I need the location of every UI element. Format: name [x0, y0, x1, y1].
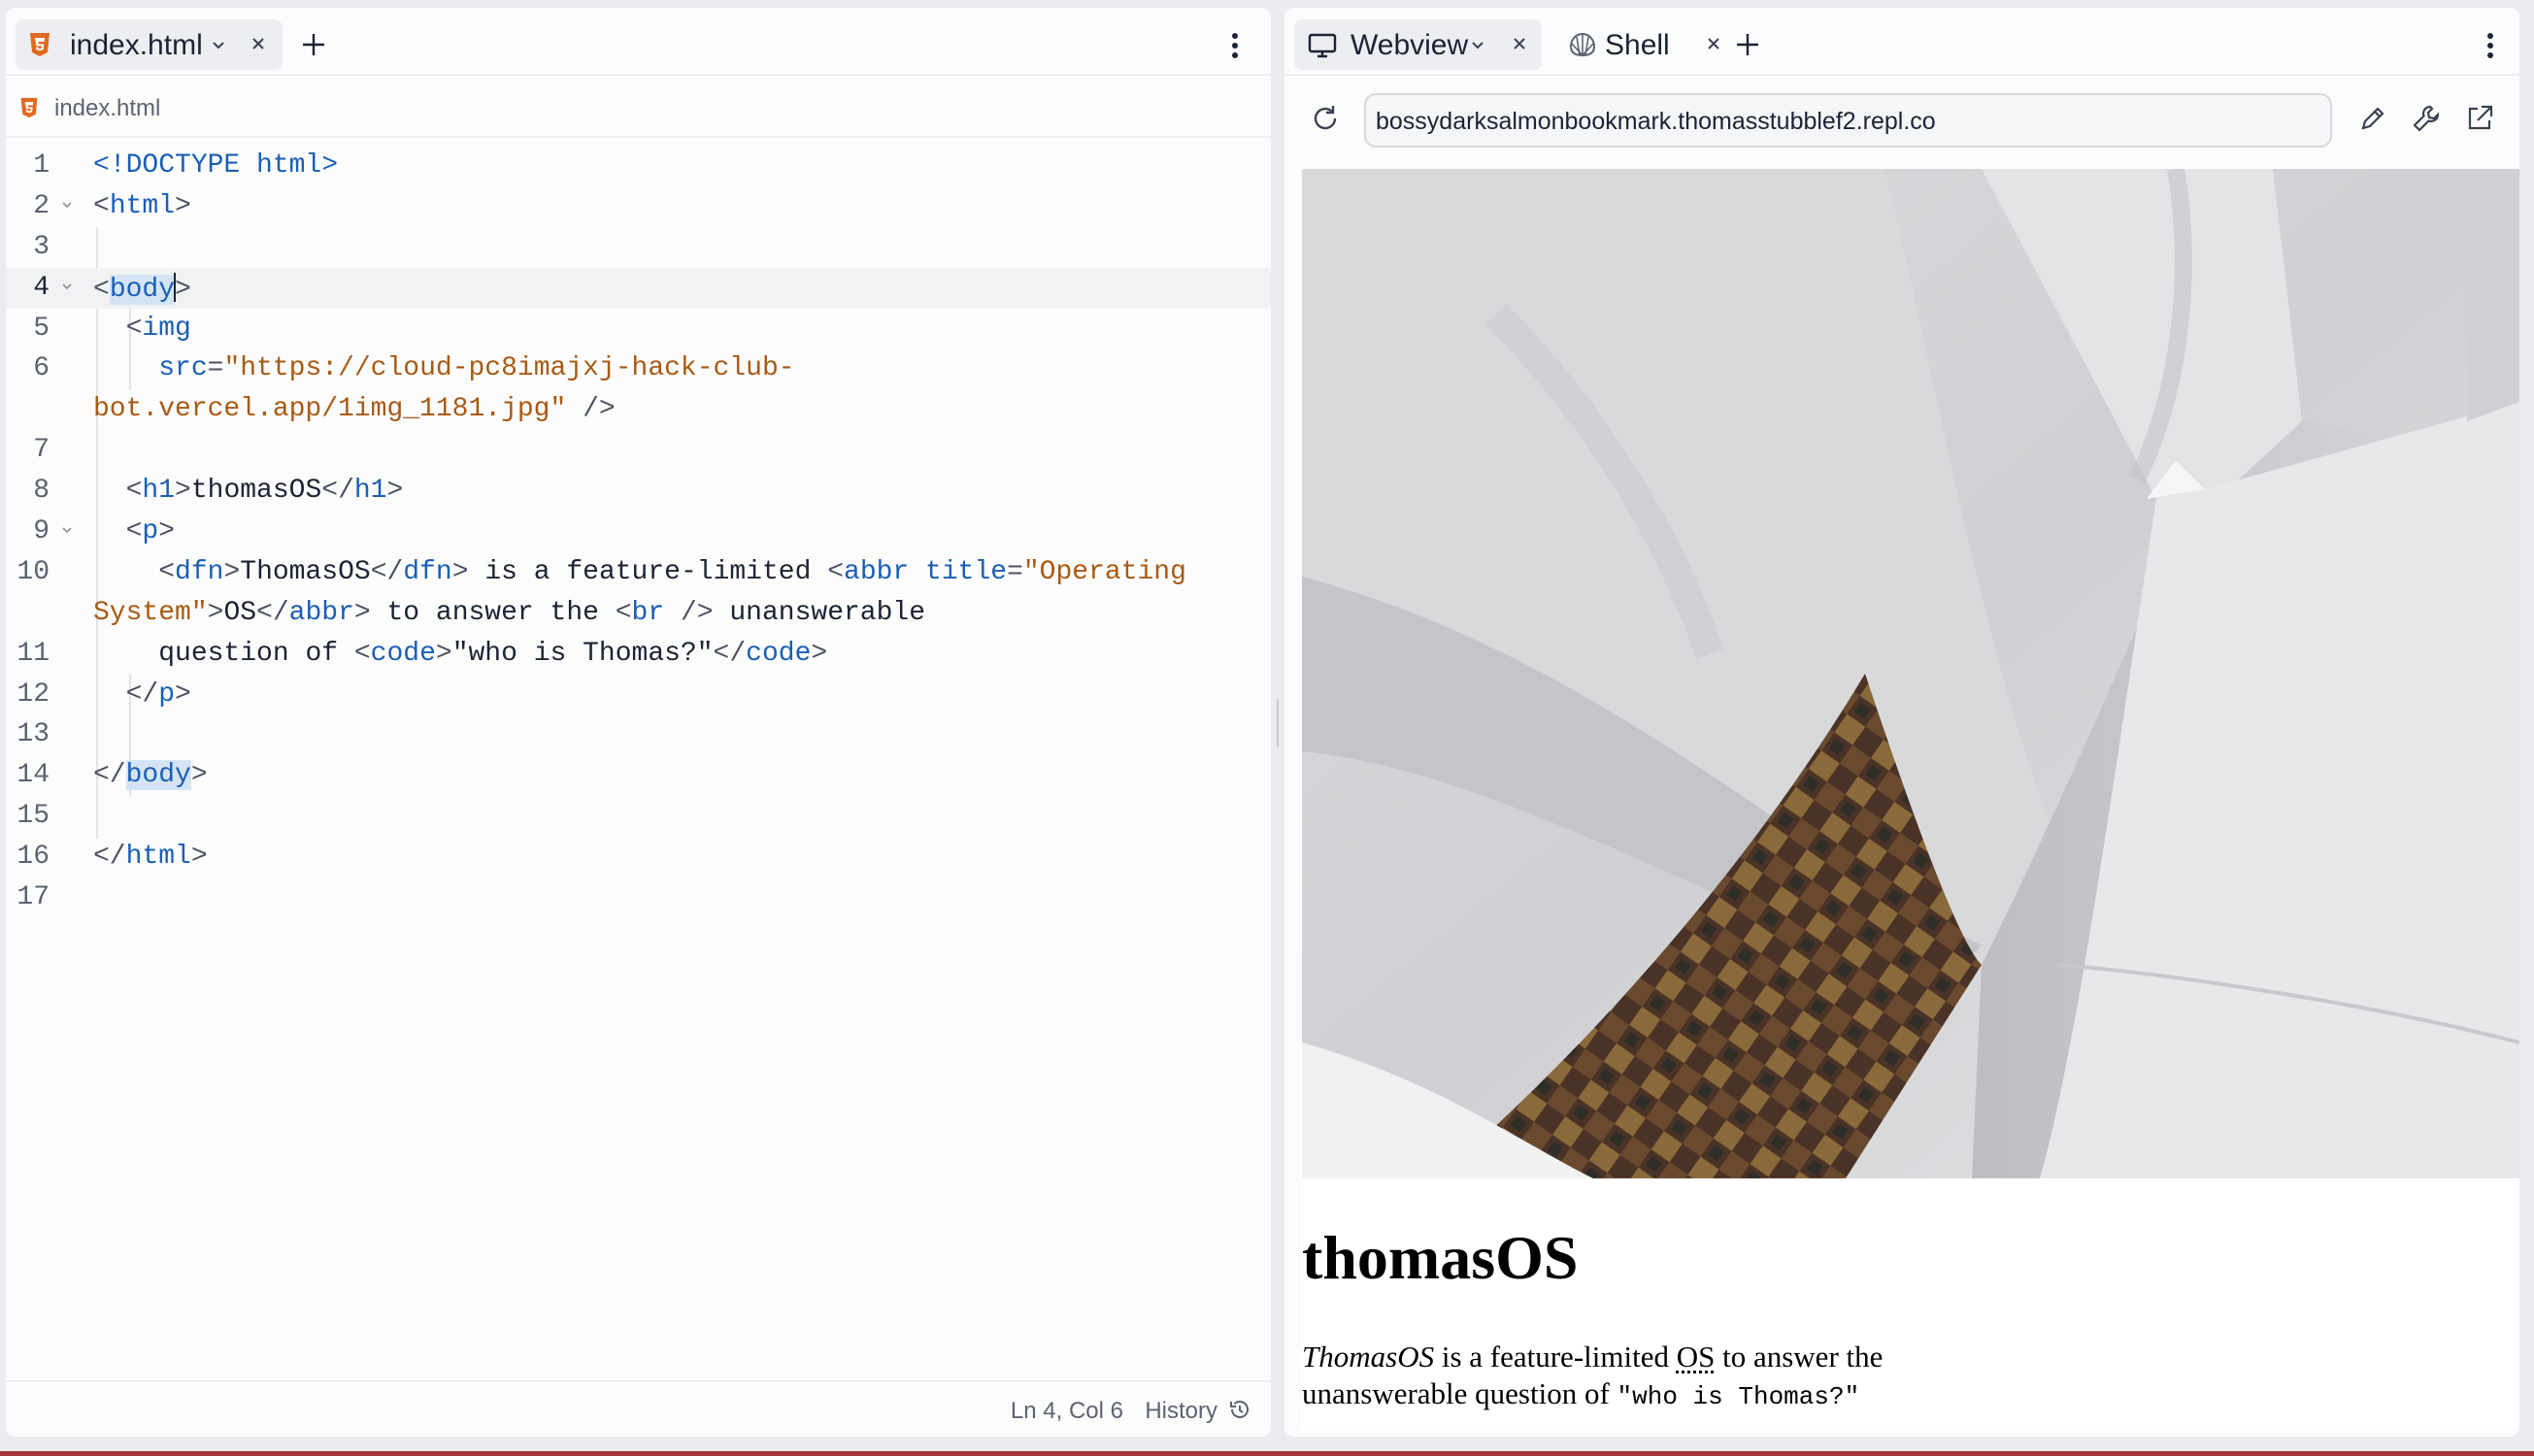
paragraph-text: to answer the: [1715, 1340, 1884, 1373]
url-text: bossydarksalmonbookmark.thomasstubblef2.…: [1376, 108, 1936, 135]
code-line: 13: [17, 719, 50, 750]
preview-tabbar: Webview Shell: [1284, 8, 2519, 76]
tab-label: index.html: [70, 29, 203, 61]
add-tab-icon[interactable]: [301, 32, 326, 57]
open-external-icon[interactable]: [2464, 103, 2495, 134]
cursor-position[interactable]: Ln 4, Col 6: [1011, 1398, 1123, 1425]
chevron-down-icon[interactable]: [210, 36, 227, 53]
paragraph-text: is a feature-limited: [1434, 1340, 1677, 1373]
fold-chevron-icon[interactable]: [60, 523, 74, 537]
code-line-current: 4 <body>: [6, 267, 1271, 309]
history-button[interactable]: History: [1145, 1398, 1217, 1425]
reload-icon[interactable]: [1310, 103, 1341, 134]
monitor-icon: [1308, 33, 1337, 58]
tab-shell[interactable]: Shell: [1556, 19, 1741, 70]
tab-webview[interactable]: Webview: [1294, 19, 1542, 70]
code-line: 17: [17, 882, 50, 913]
tab-label: Webview: [1350, 29, 1469, 61]
code-line: 6 src="https://cloud-pc8imajxj-hack-club…: [33, 353, 795, 384]
shell-icon: [1568, 31, 1597, 58]
wrench-icon[interactable]: [2411, 103, 2442, 134]
page-heading: thomasOS: [1302, 1223, 1579, 1292]
code-line: 5 <img: [33, 313, 191, 344]
fold-chevron-icon[interactable]: [60, 198, 74, 212]
edit-icon[interactable]: [2357, 103, 2388, 134]
editor-statusbar: Ln 4, Col 6 History: [6, 1380, 1271, 1437]
breadcrumb-file[interactable]: index.html: [54, 95, 160, 122]
code-line: 8 <h1>thomasOS</h1>: [33, 476, 404, 507]
code-line-wrapped: bot.vercel.app/1img_1181.jpg" />: [93, 394, 616, 425]
close-icon[interactable]: [249, 34, 268, 53]
code-line: 14 </body>: [17, 760, 208, 791]
code-line: 11 question of <code>"who is Thomas?"</c…: [17, 638, 828, 669]
inline-code: "who is Thomas?": [1617, 1382, 1860, 1411]
code-line: 16 </html>: [17, 842, 208, 873]
breadcrumb: index.html: [6, 78, 1271, 138]
preview-pane: Webview Shell bossydarksalmonbookmark.th…: [1284, 8, 2519, 1437]
definition-term: ThomasOS: [1302, 1340, 1435, 1373]
editor-pane: index.html index.html 1 <!DOCTYPE html>: [6, 8, 1271, 1437]
chevron-down-icon[interactable]: [1469, 36, 1486, 53]
code-line: 3: [33, 231, 50, 262]
bottom-border: [0, 1451, 2534, 1456]
tab-label: Shell: [1605, 29, 1670, 61]
code-line: 9 <p>: [33, 516, 176, 547]
code-line: 7: [33, 435, 50, 466]
html5-icon: [29, 32, 50, 57]
url-input[interactable]: bossydarksalmonbookmark.thomasstubblef2.…: [1364, 93, 2332, 148]
paragraph-text: unanswerable question of: [1302, 1376, 1617, 1410]
code-line: 1 <!DOCTYPE html>: [33, 150, 339, 181]
webview-page[interactable]: thomasOS ThomasOS is a feature-limited O…: [1302, 169, 2519, 1431]
fold-chevron-icon[interactable]: [60, 280, 74, 293]
more-vertical-icon[interactable]: [2486, 33, 2494, 58]
close-icon[interactable]: [1510, 34, 1529, 53]
code-line: 2 <html>: [33, 190, 191, 221]
pane-resize-handle[interactable]: [1275, 699, 1281, 747]
webview-toolbar: bossydarksalmonbookmark.thomasstubblef2.…: [1284, 78, 2519, 159]
abbreviation[interactable]: OS: [1677, 1340, 1716, 1373]
page-image: [1302, 169, 2519, 1178]
code-line: 10 <dfn>ThomasOS</dfn> is a feature-limi…: [17, 556, 1186, 587]
code-line: 12 </p>: [17, 678, 191, 710]
close-icon[interactable]: [1704, 34, 1723, 53]
more-vertical-icon[interactable]: [1231, 33, 1239, 58]
html5-icon: [19, 97, 39, 118]
tab-index-html[interactable]: index.html: [16, 19, 283, 70]
code-editor[interactable]: 1 <!DOCTYPE html> 2 <html> 3 4 <body> 5 …: [6, 146, 1271, 918]
editor-tabbar: index.html: [6, 8, 1271, 76]
page-paragraph: ThomasOS is a feature-limited OS to answ…: [1302, 1339, 1982, 1415]
code-line-wrapped: System">OS</abbr> to answer the <br /> u…: [93, 597, 926, 628]
add-tab-icon[interactable]: [1735, 32, 1760, 57]
code-line: 15: [17, 801, 50, 832]
history-icon[interactable]: [1228, 1398, 1251, 1421]
